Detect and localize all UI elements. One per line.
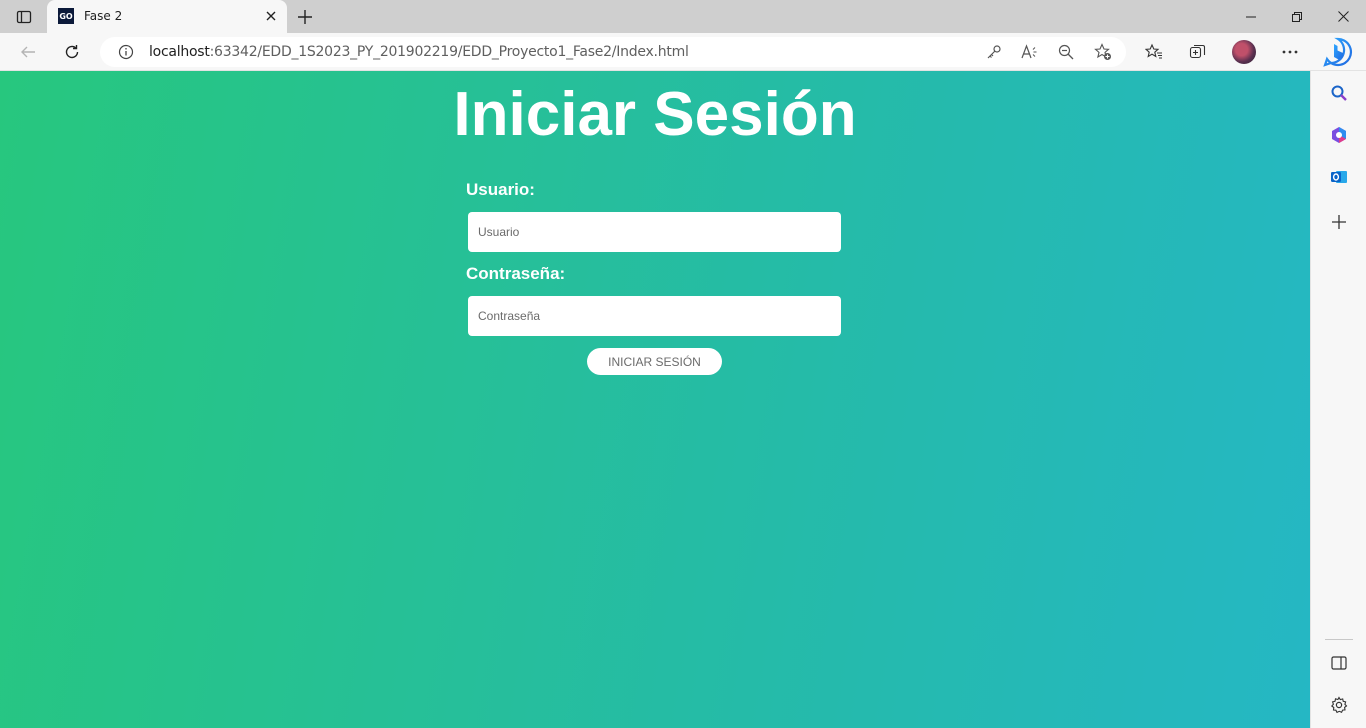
url-path: :63342/EDD_1S2023_PY_201902219/EDD_Proye… (209, 44, 689, 60)
zoom-out-icon[interactable] (1056, 42, 1076, 62)
login-page: Iniciar Sesión Usuario: Contraseña: INIC… (0, 71, 1310, 728)
login-button[interactable]: INICIAR SESIÓN (587, 348, 722, 375)
password-label: Contraseña: (466, 264, 566, 283)
bing-icon[interactable] (1322, 37, 1354, 67)
search-icon[interactable] (1327, 81, 1351, 105)
key-icon[interactable] (984, 42, 1004, 62)
outlook-icon[interactable] (1327, 165, 1351, 189)
username-label: Usuario: (466, 180, 535, 199)
page-title: Iniciar Sesión (453, 80, 857, 149)
new-tab-button[interactable] (292, 4, 318, 30)
minimize-icon[interactable] (1228, 0, 1274, 33)
title-bar: GO Fase 2 (0, 0, 1366, 33)
office-icon[interactable] (1327, 123, 1351, 147)
gear-icon[interactable] (1327, 693, 1351, 717)
favorites-icon[interactable] (1141, 39, 1167, 65)
plus-icon[interactable] (1327, 210, 1351, 234)
edge-sidebar (1310, 71, 1366, 728)
address-bar[interactable]: localhost:63342/EDD_1S2023_PY_201902219/… (100, 37, 1126, 67)
tab-actions-icon[interactable] (8, 4, 40, 30)
back-arrow-icon[interactable] (14, 38, 42, 66)
more-icon[interactable] (1277, 39, 1303, 65)
refresh-icon[interactable] (58, 38, 86, 66)
star-plus-icon[interactable] (1093, 42, 1113, 62)
collections-icon[interactable] (1185, 39, 1211, 65)
read-aloud-icon[interactable] (1020, 42, 1040, 62)
browser-toolbar: localhost:63342/EDD_1S2023_PY_201902219/… (0, 33, 1366, 71)
sidebar-toggle-icon[interactable] (1327, 651, 1351, 675)
url-host: localhost (149, 44, 210, 60)
info-icon[interactable] (118, 44, 134, 60)
close-icon[interactable] (261, 6, 281, 26)
sidebar-divider (1325, 639, 1353, 640)
url-text[interactable]: localhost:63342/EDD_1S2023_PY_201902219/… (149, 44, 689, 60)
restore-icon[interactable] (1274, 0, 1320, 33)
browser-tab[interactable]: GO Fase 2 (47, 0, 287, 33)
username-input[interactable] (468, 212, 841, 252)
tab-favicon: GO (58, 8, 74, 24)
tab-title: Fase 2 (84, 9, 123, 23)
avatar[interactable] (1232, 40, 1256, 64)
password-input[interactable] (468, 296, 841, 336)
close-window-icon[interactable] (1320, 0, 1366, 33)
plus-icon (298, 10, 312, 24)
